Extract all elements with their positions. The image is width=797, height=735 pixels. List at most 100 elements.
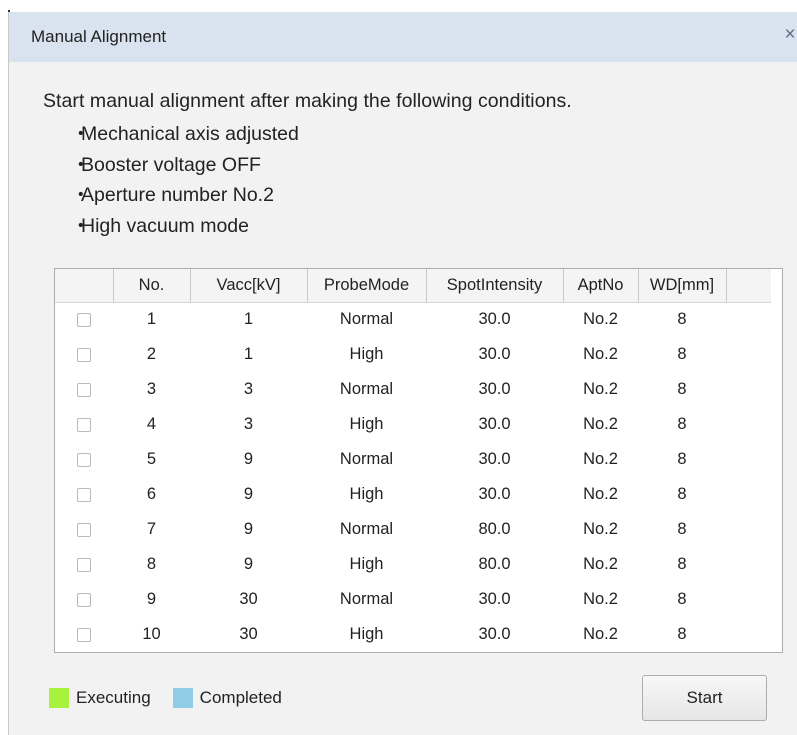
cell-spot-intensity: 30.0 xyxy=(478,415,511,433)
cell-no: 2 xyxy=(146,345,157,363)
cell-wd: 8 xyxy=(677,520,687,538)
cell-spot-intensity: 30.0 xyxy=(478,485,511,503)
cell-spot-intensity: 30.0 xyxy=(478,625,511,643)
cell-wd: 8 xyxy=(677,485,687,503)
cell-apt-no: No.2 xyxy=(583,380,618,398)
condition-item: ・Booster voltage OFF xyxy=(71,150,299,181)
cell-no: 10 xyxy=(142,625,161,643)
table-row[interactable]: 8 9 High 80.0 No.2 8 xyxy=(55,547,771,582)
header-probe-mode[interactable]: ProbeMode xyxy=(307,269,427,303)
cell-wd: 8 xyxy=(677,590,687,608)
cell-apt-no: No.2 xyxy=(583,520,618,538)
cell-filler xyxy=(726,617,771,652)
table-row[interactable]: 1 1 Normal 30.0 No.2 8 xyxy=(55,302,771,337)
cell-wd: 8 xyxy=(677,345,687,363)
condition-item: ・Mechanical axis adjusted xyxy=(71,119,299,150)
cell-apt-no: No.2 xyxy=(583,345,618,363)
cell-probe-mode: Normal xyxy=(339,520,394,538)
cell-wd: 8 xyxy=(677,555,687,573)
conditions-list: ・Mechanical axis adjusted ・Booster volta… xyxy=(71,119,299,241)
condition-text: Mechanical axis adjusted xyxy=(81,123,299,145)
cell-probe-mode: High xyxy=(349,415,384,433)
row-select-cell xyxy=(55,372,113,407)
cell-apt-no: No.2 xyxy=(583,415,618,433)
cell-no: 5 xyxy=(146,450,157,468)
legend-completed: Completed xyxy=(172,688,282,708)
cell-spot-intensity: 80.0 xyxy=(478,520,511,538)
row-checkbox[interactable] xyxy=(77,627,91,642)
cell-no: 1 xyxy=(146,310,157,329)
start-button[interactable]: Start xyxy=(642,675,767,721)
cell-filler xyxy=(726,407,771,442)
cell-vacc: 9 xyxy=(243,450,254,468)
table-row[interactable]: 7 9 Normal 80.0 No.2 8 xyxy=(55,512,771,547)
row-checkbox[interactable] xyxy=(77,487,91,502)
cell-no: 6 xyxy=(146,485,157,503)
cell-no: 8 xyxy=(146,555,157,573)
manual-alignment-dialog: Manual Alignment × Start manual alignmen… xyxy=(8,12,797,735)
cell-no: 3 xyxy=(146,380,157,398)
cell-filler xyxy=(726,477,771,512)
row-checkbox[interactable] xyxy=(77,592,91,607)
row-checkbox[interactable] xyxy=(77,347,91,362)
condition-text: Booster voltage OFF xyxy=(81,153,261,176)
bullet-icon: ・ xyxy=(71,123,91,145)
table-row[interactable]: 3 3 Normal 30.0 No.2 8 xyxy=(55,372,771,407)
row-select-cell xyxy=(55,442,113,477)
header-wd[interactable]: WD[mm] xyxy=(638,269,727,303)
row-checkbox[interactable] xyxy=(77,382,91,397)
title-bar: Manual Alignment × xyxy=(9,12,797,62)
cell-apt-no: No.2 xyxy=(583,485,618,503)
row-checkbox[interactable] xyxy=(77,417,91,432)
header-filler xyxy=(726,269,771,303)
table-row[interactable]: 2 1 High 30.0 No.2 8 xyxy=(55,337,771,372)
executing-label: Executing xyxy=(76,688,151,707)
cell-wd: 8 xyxy=(677,625,687,643)
cell-vacc: 9 xyxy=(243,485,254,503)
bullet-icon: ・ xyxy=(71,153,91,176)
table-header-row: No. Vacc[kV] ProbeMode SpotIntensity Apt… xyxy=(55,269,771,303)
close-icon[interactable]: × xyxy=(782,23,797,47)
bullet-icon: ・ xyxy=(71,214,91,237)
header-no[interactable]: No. xyxy=(113,269,191,303)
cell-apt-no: No.2 xyxy=(583,310,618,329)
completed-label: Completed xyxy=(199,688,282,707)
condition-item: ・Aperture number No.2 xyxy=(71,180,299,211)
bullet-icon: ・ xyxy=(71,184,91,206)
table-row[interactable]: 6 9 High 30.0 No.2 8 xyxy=(55,477,771,512)
cell-probe-mode: High xyxy=(349,555,384,573)
cell-apt-no: No.2 xyxy=(583,450,618,468)
table-row[interactable]: 5 9 Normal 30.0 No.2 8 xyxy=(55,442,771,477)
row-checkbox[interactable] xyxy=(77,522,91,537)
header-vacc[interactable]: Vacc[kV] xyxy=(190,269,308,303)
cell-filler xyxy=(726,547,771,582)
cell-filler xyxy=(726,337,771,372)
cell-probe-mode: High xyxy=(349,625,384,643)
cell-vacc: 1 xyxy=(243,310,254,329)
header-select[interactable] xyxy=(55,269,114,303)
header-apt-no[interactable]: AptNo xyxy=(563,269,639,303)
cell-vacc: 9 xyxy=(243,555,254,573)
legend-executing: Executing xyxy=(49,688,151,708)
row-select-cell xyxy=(55,512,113,547)
cell-filler xyxy=(726,302,771,337)
table-row[interactable]: 10 30 High 30.0 No.2 8 xyxy=(55,617,771,652)
cell-spot-intensity: 30.0 xyxy=(478,450,511,468)
table-row[interactable]: 9 30 Normal 30.0 No.2 8 xyxy=(55,582,771,617)
status-legend: Executing Completed xyxy=(49,688,304,708)
condition-text: High vacuum mode xyxy=(81,214,249,237)
instruction-text: Start manual alignment after making the … xyxy=(43,90,572,112)
alignment-table: No. Vacc[kV] ProbeMode SpotIntensity Apt… xyxy=(54,268,783,653)
cell-filler xyxy=(726,372,771,407)
header-spot-intensity[interactable]: SpotIntensity xyxy=(426,269,564,303)
condition-item: ・High vacuum mode xyxy=(71,211,299,242)
cell-vacc: 3 xyxy=(243,415,254,433)
row-checkbox[interactable] xyxy=(77,312,91,327)
row-checkbox[interactable] xyxy=(77,452,91,467)
table-row[interactable]: 4 3 High 30.0 No.2 8 xyxy=(55,407,771,442)
row-checkbox[interactable] xyxy=(77,557,91,572)
row-select-cell xyxy=(55,582,113,617)
cell-vacc: 3 xyxy=(243,380,254,398)
row-select-cell xyxy=(55,477,113,512)
cell-spot-intensity: 30.0 xyxy=(478,380,511,398)
